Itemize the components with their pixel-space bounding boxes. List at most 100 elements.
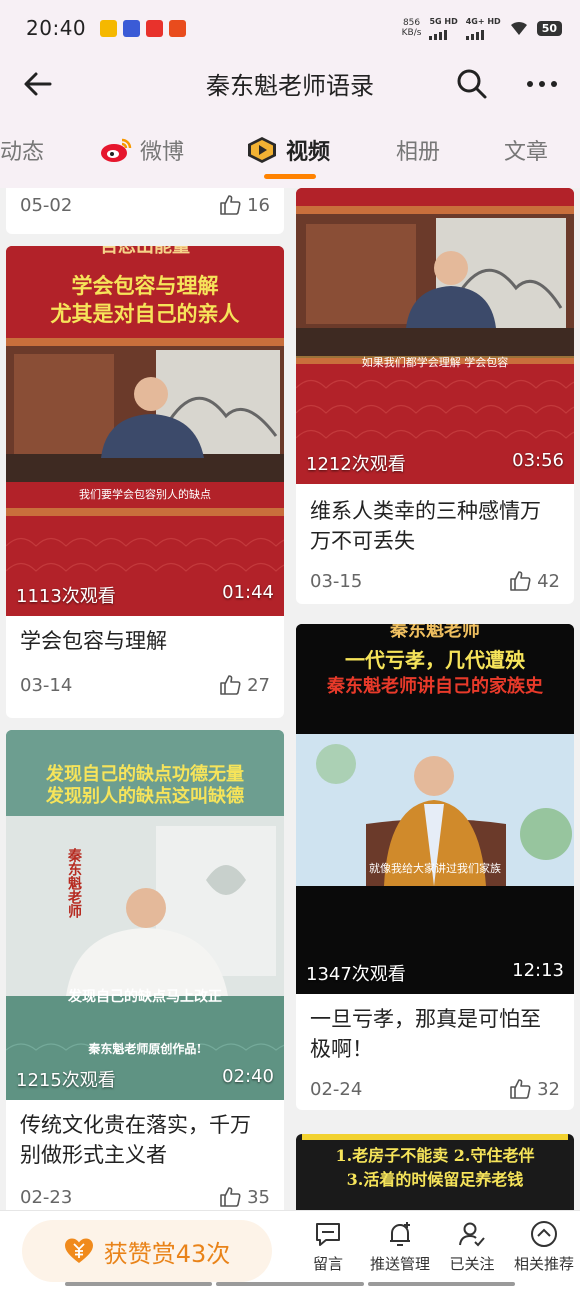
notification-icons bbox=[100, 19, 187, 37]
like-button[interactable]: 32 bbox=[509, 1078, 560, 1100]
overlay-line-1: 1.老房子不能卖 2.守住老伴 bbox=[335, 1146, 535, 1165]
overlay-top-text: 秦东魁老师 bbox=[390, 624, 480, 641]
page-title: 秦东魁老师语录 bbox=[206, 72, 374, 100]
card-meta: 05-02 16 bbox=[20, 194, 270, 216]
video-date: 03-15 bbox=[310, 570, 363, 592]
thumbnail-stats: 1215次观看 02:40 bbox=[16, 1066, 274, 1092]
video-notification-icon bbox=[146, 19, 164, 37]
video-card[interactable]: 05-02 16 bbox=[6, 188, 284, 234]
like-count: 27 bbox=[247, 674, 270, 696]
card-meta: 02-23 35 bbox=[20, 1186, 270, 1208]
video-card[interactable]: 秦东魁老师 一代亏孝，几代遭殃 秦东魁老师讲自己的家族史 就像我给大家讲过我们家… bbox=[296, 624, 574, 1110]
like-button[interactable]: 35 bbox=[219, 1186, 270, 1208]
video-duration: 01:44 bbox=[222, 582, 274, 603]
video-duration: 02:40 bbox=[222, 1066, 274, 1087]
comment-button[interactable]: 留言 bbox=[292, 1219, 364, 1283]
more-options-icon[interactable] bbox=[522, 66, 562, 102]
gesture-bar bbox=[65, 1282, 515, 1286]
signal-4g: 4G+ HD bbox=[465, 17, 501, 40]
video-thumbnail[interactable]: 如果我们都学会理解 学会包容 1212次观看 03:56 bbox=[296, 188, 574, 484]
video-duration: 03:56 bbox=[512, 450, 564, 471]
thumbnail-stats: 1347次观看 12:13 bbox=[306, 960, 564, 986]
video-title[interactable]: 学会包容与理解 bbox=[20, 626, 270, 656]
video-thumbnail[interactable]: 发现自己的缺点功德无量 发现别人的缺点这叫缺德 秦东魁老师 发现自己的缺点马上改… bbox=[6, 730, 284, 1100]
view-count: 1215次观看 bbox=[16, 1070, 116, 1091]
thumbnail-pattern bbox=[296, 188, 574, 484]
overlay-line-2: 发现别人的缺点这叫缺德 bbox=[46, 786, 244, 807]
tab-album[interactable]: 相册 bbox=[396, 134, 440, 166]
thumbnail-stats: 1113次观看 01:44 bbox=[16, 582, 274, 608]
status-time: 20:40 bbox=[26, 16, 87, 40]
chevron-circle-icon bbox=[531, 1221, 557, 1247]
tab-weibo[interactable]: 微博 bbox=[100, 134, 184, 166]
like-button[interactable]: 27 bbox=[219, 674, 270, 696]
followed-button[interactable]: 已关注 bbox=[436, 1219, 508, 1283]
overlay-line-2: 尤其是对自己的亲人 bbox=[50, 301, 240, 326]
view-count: 1113次观看 bbox=[16, 586, 116, 607]
overlay-line-2: 3.活着的时候留足养老钱 bbox=[346, 1170, 524, 1189]
view-count: 1212次观看 bbox=[306, 454, 406, 475]
card-meta: 03-15 42 bbox=[310, 570, 560, 592]
like-button[interactable]: 16 bbox=[219, 194, 270, 216]
like-count: 16 bbox=[247, 194, 270, 216]
thumbs-up-icon bbox=[220, 675, 241, 695]
seal-text: 秦东魁老师 bbox=[66, 848, 82, 918]
weibo-notification-icon bbox=[100, 19, 118, 37]
tab-article[interactable]: 文章 bbox=[504, 134, 548, 166]
status-bar: 20:40 856 KB/s 5G HD 4G+ HD 50 bbox=[0, 0, 580, 56]
heart-yen-icon bbox=[64, 1238, 93, 1263]
video-date: 03-14 bbox=[20, 674, 73, 696]
like-count: 32 bbox=[537, 1078, 560, 1100]
thumbs-up-icon bbox=[510, 571, 531, 591]
video-card[interactable]: 1.老房子不能卖 2.守住老伴 3.活着的时候留足养老钱 bbox=[296, 1134, 574, 1210]
overlay-line-2: 秦东魁老师讲自己的家族史 bbox=[327, 676, 543, 697]
video-thumbnail[interactable]: 百忍出能量 学会包容与理解 尤其是对自己的亲人 我们要学会包容别人的缺点 111… bbox=[6, 246, 284, 616]
bottom-action-bar: 获赞赏43次 留言 推送管理 已关注 相关推荐 bbox=[0, 1210, 580, 1289]
taobao-notification-icon bbox=[169, 19, 187, 37]
bottom-actions: 留言 推送管理 已关注 相关推荐 bbox=[292, 1219, 580, 1283]
thumbnail-stats: 1212次观看 03:56 bbox=[306, 450, 564, 476]
video-thumbnail[interactable]: 1.老房子不能卖 2.守住老伴 3.活着的时候留足养老钱 bbox=[296, 1134, 574, 1210]
battery-indicator: 50 bbox=[536, 20, 562, 36]
video-subtitle: 就像我给大家讲过我们家族 bbox=[369, 862, 501, 875]
video-title[interactable]: 传统文化贵在落实，千万别做形式主义者 bbox=[20, 1110, 270, 1170]
app-notification-icon bbox=[123, 19, 141, 37]
overlay-banner: 秦东魁老师原创作品! bbox=[88, 1042, 202, 1056]
video-badge-icon bbox=[248, 137, 276, 163]
thumbs-up-icon bbox=[220, 1187, 241, 1207]
video-date: 02-23 bbox=[20, 1186, 73, 1208]
comment-icon bbox=[316, 1223, 340, 1246]
video-feed: 05-02 16 如果我们都学会理解 学会包容 1212次观看 03:56 维系… bbox=[0, 188, 580, 1210]
video-card[interactable]: 百忍出能量 学会包容与理解 尤其是对自己的亲人 我们要学会包容别人的缺点 111… bbox=[6, 246, 284, 718]
video-title[interactable]: 一旦亏孝，那真是可怕至极啊！ bbox=[310, 1004, 560, 1064]
tab-dynamics[interactable]: 动态 bbox=[0, 134, 44, 166]
reward-button[interactable]: 获赞赏43次 bbox=[22, 1220, 272, 1282]
video-subtitle: 如果我们都学会理解 学会包容 bbox=[361, 356, 509, 369]
overlay-top-text: 百忍出能量 bbox=[100, 246, 190, 257]
video-card[interactable]: 如果我们都学会理解 学会包容 1212次观看 03:56 维系人类幸的三种感情万… bbox=[296, 188, 574, 604]
profile-tabs: 动态 微博 视频 相册 文章 bbox=[0, 112, 580, 188]
video-date: 05-02 bbox=[20, 194, 73, 216]
push-settings-button[interactable]: 推送管理 bbox=[364, 1219, 436, 1283]
like-count: 42 bbox=[537, 570, 560, 592]
search-icon[interactable] bbox=[454, 66, 490, 102]
like-count: 35 bbox=[247, 1186, 270, 1208]
related-recommend-button[interactable]: 相关推荐 bbox=[508, 1219, 580, 1283]
reward-label: 获赞赏43次 bbox=[103, 1239, 231, 1268]
tab-video[interactable]: 视频 bbox=[246, 134, 330, 166]
weibo-logo-icon bbox=[101, 138, 132, 162]
user-check-icon bbox=[459, 1222, 485, 1247]
video-duration: 12:13 bbox=[512, 960, 564, 981]
video-thumbnail[interactable]: 秦东魁老师 一代亏孝，几代遭殃 秦东魁老师讲自己的家族史 就像我给大家讲过我们家… bbox=[296, 624, 574, 994]
signal-5g: 5G HD bbox=[429, 17, 458, 40]
like-button[interactable]: 42 bbox=[509, 570, 560, 592]
wifi-icon bbox=[510, 21, 527, 35]
overlay-line-1: 一代亏孝，几代遭殃 bbox=[345, 648, 525, 672]
video-date: 02-24 bbox=[310, 1078, 363, 1100]
overlay-bar bbox=[302, 1134, 568, 1140]
video-title[interactable]: 维系人类幸的三种感情万万不可丢失 bbox=[310, 496, 560, 556]
video-card[interactable]: 发现自己的缺点功德无量 发现别人的缺点这叫缺德 秦东魁老师 发现自己的缺点马上改… bbox=[6, 730, 284, 1210]
card-meta: 02-24 32 bbox=[310, 1078, 560, 1100]
card-meta: 03-14 27 bbox=[20, 674, 270, 696]
video-subtitle: 我们要学会包容别人的缺点 bbox=[79, 488, 211, 501]
